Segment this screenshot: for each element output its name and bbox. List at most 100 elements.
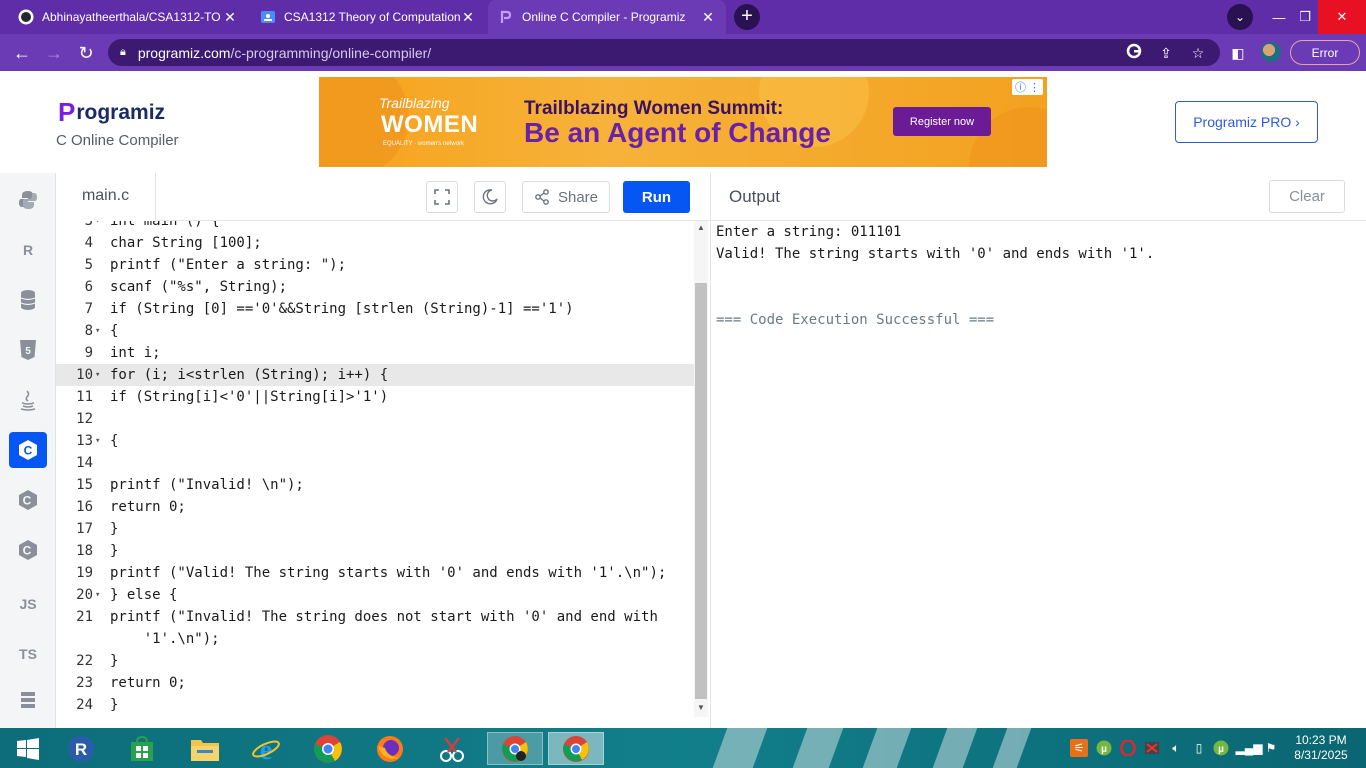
chrome-profile-icon[interactable] [487,732,543,765]
chrome-icon[interactable] [300,732,356,765]
code-text: printf ("Enter a string: "); [110,257,347,273]
code-text: { [110,433,119,449]
file-tab-main-c[interactable]: main.c [56,173,156,221]
code-text: printf ("Valid! The string starts with '… [110,565,667,581]
code-text: { [110,323,119,339]
scroll-down-icon[interactable]: ▼ [696,703,706,712]
tray-app-icon[interactable]: ⚟ [1070,739,1088,757]
share-page-icon[interactable]: ⇪ [1156,43,1176,63]
html5-icon[interactable]: 5 [9,332,47,368]
fullscreen-icon[interactable] [426,181,458,213]
ad-banner[interactable]: Trailblazing WOMEN EQUALITY · women's ne… [319,77,1047,167]
programiz-pro-button[interactable]: Programiz PRO › [1175,101,1318,143]
battery-icon[interactable]: ▯ [1191,739,1207,757]
run-button[interactable]: Run [623,181,690,213]
windows-start-icon[interactable] [0,732,56,765]
r-language-icon[interactable]: R [9,232,47,268]
fold-toggle-icon[interactable]: ▾ [95,430,100,452]
line-number: 11 [76,389,93,405]
scrollbar-thumb[interactable] [695,283,707,699]
code-line: '1'.\n"); [56,628,694,650]
bookmark-star-icon[interactable]: ☆ [1188,43,1208,63]
browser-tab-classroom[interactable]: CSA1312 Theory of Computation ✕ [250,0,486,34]
close-window-icon[interactable]: ✕ [1318,0,1366,34]
code-line: 22} [56,650,694,672]
sql-database-icon[interactable] [9,282,47,318]
line-number: 21 [76,609,93,625]
firefox-icon[interactable] [362,732,418,765]
more-languages-icon[interactable] [9,682,47,718]
clock-date: 8/31/2025 [1294,748,1348,762]
r-app-icon[interactable]: R [53,732,109,765]
google-icon[interactable] [1124,43,1144,63]
share-button[interactable]: Share [522,181,610,213]
code-line: 24} [56,694,694,716]
browser-tab-programiz[interactable]: Online C Compiler - Programiz ✕ [488,0,726,34]
code-line: 9 int i; [56,342,694,364]
line-number: 9 [84,345,93,361]
back-icon[interactable]: ← [10,41,34,65]
minimize-icon[interactable]: — [1266,0,1292,34]
chrome-active-window-icon[interactable] [548,732,604,765]
ad-register-button[interactable]: Register now [893,107,991,136]
fold-toggle-icon[interactable]: ▾ [95,221,100,232]
tray-opera-icon[interactable] [1119,739,1137,757]
internet-explorer-icon[interactable]: e [238,732,294,765]
code-line-active: 10 ▾ for (i; i<strlen (String); i++) { [56,364,694,386]
python-icon[interactable] [9,182,47,218]
close-tab-icon[interactable]: ✕ [222,9,238,26]
editor-scrollbar[interactable]: ▲ ▼ [694,221,708,717]
classroom-icon [260,9,276,25]
language-label: JS [19,596,37,612]
clear-button[interactable]: Clear [1269,180,1345,213]
close-tab-icon[interactable]: ✕ [460,9,476,26]
scroll-up-icon[interactable]: ▲ [696,223,706,232]
reload-icon[interactable]: ↻ [74,41,98,65]
tray-security-icon[interactable] [1143,739,1161,757]
fold-toggle-icon[interactable]: ▾ [95,584,100,606]
code-line: 13 ▾ { [56,430,694,452]
code-text: } else { [110,587,178,603]
system-clock[interactable]: 10:23 PM 8/31/2025 [1290,733,1352,763]
typescript-language-icon[interactable]: TS [9,636,47,672]
volume-icon[interactable]: 🔈︎ [1167,739,1185,757]
ad-brand-line1: Trailblazing [379,95,450,111]
snipping-tool-icon[interactable] [424,732,480,765]
fold-toggle-icon[interactable]: ▾ [95,320,100,342]
c-language-icon[interactable]: C [9,432,47,468]
ad-info-icon[interactable]: ⓘ ⋮ [1011,79,1043,95]
programiz-logo[interactable]: Programiz [58,97,165,128]
browser-tab-github[interactable]: Abhinayatheerthala/CSA1312-TO ✕ [8,0,248,34]
output-console[interactable]: Enter a string: 011101 Valid! The string… [710,221,1366,728]
new-tab-button[interactable]: + [734,4,760,30]
code-text: return 0; [110,675,186,691]
csharp-language-icon[interactable]: C [9,532,47,568]
side-panel-icon[interactable]: ◧ [1228,43,1248,63]
tab-search-icon[interactable]: ⌄ [1227,4,1253,30]
dark-mode-toggle-icon[interactable] [474,181,506,213]
address-bar[interactable]: 🔒︎ programiz.com/c-programming/online-co… [108,39,1220,66]
tray-utorrent-icon[interactable]: µ [1212,739,1230,757]
output-header: Output Clear [710,173,1366,221]
code-text: printf ("Invalid! The string does not st… [110,609,658,625]
forward-icon[interactable]: → [42,41,66,65]
java-icon[interactable] [9,382,47,418]
restore-icon[interactable]: ❐ [1292,0,1318,34]
line-number: 23 [76,675,93,691]
tray-utorrent-icon[interactable]: µ [1095,739,1113,757]
cpp-language-icon[interactable]: C [9,482,47,518]
ad-tagline: Be an Agent of Change [524,117,831,148]
javascript-language-icon[interactable]: JS [9,586,47,622]
file-explorer-icon[interactable] [177,732,233,765]
fold-toggle-icon[interactable]: ▾ [95,364,100,386]
close-tab-icon[interactable]: ✕ [700,9,716,26]
action-center-flag-icon[interactable]: ⚑ [1263,739,1279,757]
error-button[interactable]: Error [1290,40,1360,65]
store-icon[interactable] [114,732,170,765]
network-signal-icon[interactable]: ▂▄▆ [1236,739,1263,757]
taskbar-decoration [862,728,912,768]
output-title: Output [729,187,781,206]
code-editor[interactable]: 3 ▾ int main () { 4 char String [100]; 5 pri… [56,221,710,728]
profile-avatar[interactable] [1261,42,1281,62]
code-text: return 0; [110,499,186,515]
